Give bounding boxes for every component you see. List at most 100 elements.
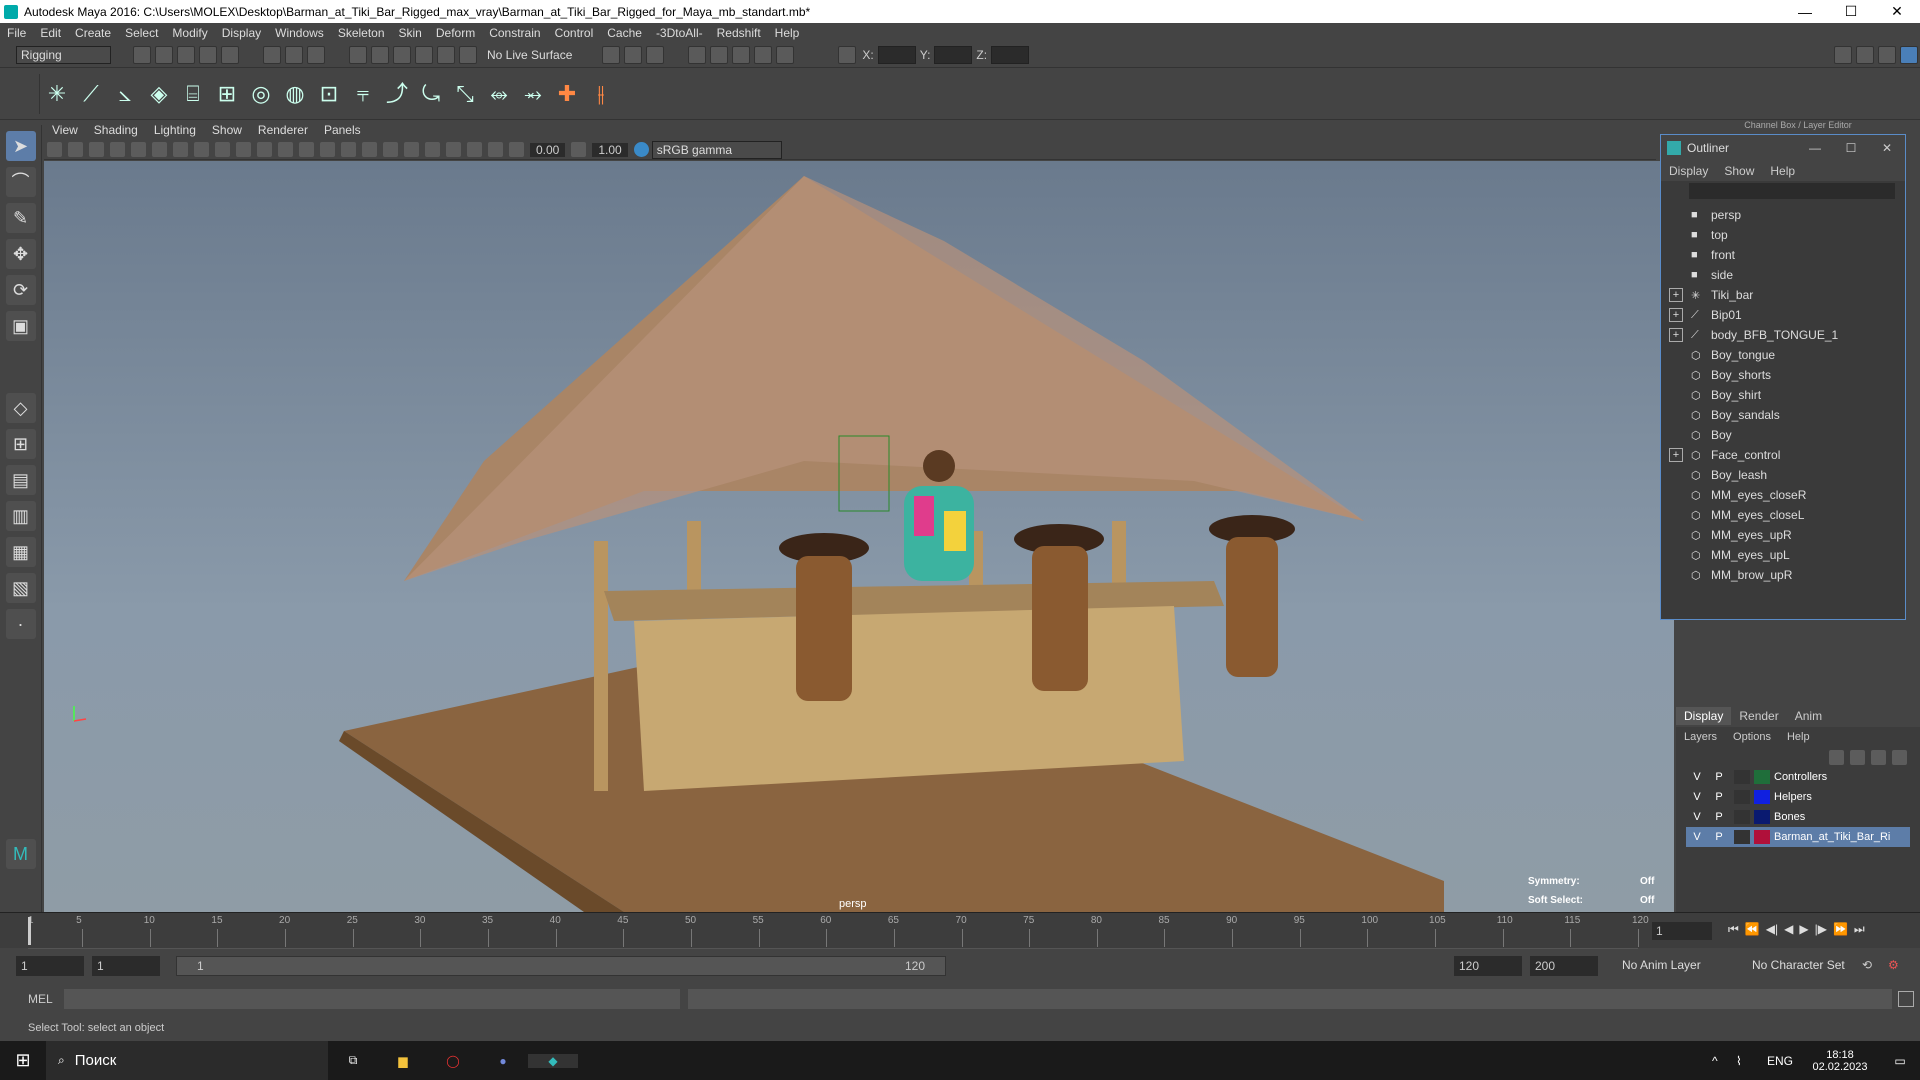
paint-weights-icon[interactable]: ◍ <box>282 79 308 109</box>
anim-end-field[interactable]: 200 <box>1530 956 1598 976</box>
layer-color-swatch[interactable] <box>1754 790 1770 804</box>
menu-cache[interactable]: Cache <box>600 26 649 40</box>
construction-history-icon[interactable] <box>646 46 665 64</box>
anim-start-field[interactable]: 1 <box>16 956 84 976</box>
task-view-icon[interactable]: ⧉ <box>328 1053 378 1068</box>
menu-edit[interactable]: Edit <box>33 26 68 40</box>
menu-redshift[interactable]: Redshift <box>710 26 768 40</box>
hypergraph-layout-icon[interactable]: ▦ <box>5 537 36 567</box>
smooth-shade-icon[interactable] <box>299 142 314 157</box>
maximize-button[interactable]: ☐ <box>1828 0 1874 23</box>
point-constraint-icon[interactable]: ⤴ <box>384 79 410 109</box>
orient-constraint-icon[interactable]: ⤿ <box>418 79 444 109</box>
minimize-button[interactable]: — <box>1782 0 1828 23</box>
live-surface-label[interactable]: No Live Surface <box>479 48 580 62</box>
grease-pencil-icon[interactable] <box>131 142 146 157</box>
outliner-item[interactable]: ■ persp <box>1661 205 1905 225</box>
menu-create[interactable]: Create <box>68 26 118 40</box>
outliner-menu-help[interactable]: Help <box>1762 164 1803 178</box>
lasso-tool-icon[interactable]: ⌒ <box>5 167 36 197</box>
gamma-icon[interactable] <box>571 142 587 157</box>
display-type-toggle[interactable] <box>1734 830 1750 844</box>
outliner-item[interactable]: + ⬡ Face_control <box>1661 445 1905 465</box>
new-layer-icon[interactable] <box>1871 749 1886 765</box>
shadows-icon[interactable] <box>383 142 398 157</box>
insert-joint-icon[interactable]: ◈ <box>146 79 172 109</box>
viewport-menu-panels[interactable]: Panels <box>316 123 369 137</box>
z-field[interactable] <box>991 46 1030 64</box>
new-layer-selected-icon[interactable] <box>1892 749 1907 765</box>
outliner-item[interactable]: ⬡ Boy_tongue <box>1661 345 1905 365</box>
current-frame-field[interactable]: 1 <box>1652 922 1712 940</box>
viewport-menu-lighting[interactable]: Lighting <box>146 123 204 137</box>
render-view-icon[interactable] <box>776 46 795 64</box>
file-explorer-icon[interactable]: ▆ <box>378 1054 428 1068</box>
layer-color-swatch[interactable] <box>1754 810 1770 824</box>
taskbar-search-input[interactable]: Поиск <box>75 1052 117 1069</box>
snap-view-icon[interactable] <box>415 46 433 64</box>
outliner-menu-display[interactable]: Display <box>1661 164 1716 178</box>
language-indicator[interactable]: ENG <box>1760 1054 1800 1068</box>
select-hierarchy-icon[interactable] <box>263 46 281 64</box>
auto-key-icon[interactable]: ⟲ <box>1862 958 1872 972</box>
safe-action-icon[interactable] <box>257 142 272 157</box>
graph-editor-layout-icon[interactable]: ▥ <box>5 501 36 531</box>
step-forward-frame-icon[interactable]: |▶ <box>1815 922 1827 937</box>
attribute-editor-icon[interactable] <box>1856 46 1874 64</box>
aim-constraint-icon[interactable]: ⥈ <box>486 79 512 109</box>
layer-color-swatch[interactable] <box>1754 830 1770 844</box>
snap-curve-icon[interactable] <box>371 46 389 64</box>
resolution-gate-icon[interactable] <box>194 142 209 157</box>
display-type-toggle[interactable] <box>1734 790 1750 804</box>
color-management-icon[interactable] <box>633 142 649 157</box>
outliner-item[interactable]: + ⟋ Bip01 <box>1661 305 1905 325</box>
layer-row-selected[interactable]: V P Barman_at_Tiki_Bar_Ri <box>1686 827 1910 847</box>
camera-bookmark-icon[interactable] <box>68 142 83 157</box>
options-menu[interactable]: Options <box>1725 731 1779 743</box>
display-type-toggle[interactable] <box>1734 810 1750 824</box>
outliner-item[interactable]: ⬡ Boy_shirt <box>1661 385 1905 405</box>
character-set-dropdown[interactable]: No Character Set <box>1752 958 1872 972</box>
layer-name[interactable]: Controllers <box>1774 771 1827 783</box>
exposure-field[interactable]: 0.00 <box>530 142 566 157</box>
network-icon[interactable]: ⌇ <box>1736 1054 1760 1068</box>
grid-icon[interactable] <box>152 142 167 157</box>
outliner-item[interactable]: + ⟋ body_BFB_TONGUE_1 <box>1661 325 1905 345</box>
playback-toggle[interactable]: P <box>1708 791 1730 803</box>
range-slider-bar[interactable]: 1 120 <box>176 956 946 976</box>
viewport-persp[interactable]: persp Symmetry: Off Soft Select: Off <box>44 161 1674 912</box>
select-tool-icon[interactable]: ➤ <box>5 131 36 161</box>
menu-select[interactable]: Select <box>118 26 165 40</box>
maya-taskbar-icon[interactable]: ◆ <box>528 1053 578 1068</box>
image-plane-icon[interactable] <box>89 142 104 157</box>
outliner-item[interactable]: ⬡ MM_eyes_upL <box>1661 545 1905 565</box>
menu-constrain[interactable]: Constrain <box>482 26 547 40</box>
script-editor-icon[interactable] <box>1898 991 1914 1007</box>
outliner-item[interactable]: + ✳ Tiki_bar <box>1661 285 1905 305</box>
scale-tool-icon[interactable]: ▣ <box>5 311 36 341</box>
wireframe-icon[interactable] <box>278 142 293 157</box>
move-layer-down-icon[interactable] <box>1850 749 1865 765</box>
single-view-icon[interactable]: ◇ <box>5 393 36 423</box>
pole-vector-icon[interactable]: ⥇ <box>520 79 546 109</box>
playback-toggle[interactable]: P <box>1708 831 1730 843</box>
hik-icon[interactable]: ⫲ <box>588 79 614 109</box>
layer-color-swatch[interactable] <box>1754 770 1770 784</box>
clock[interactable]: 18:18 02.02.2023 <box>1800 1049 1880 1073</box>
bind-skin-icon[interactable]: ⊞ <box>214 79 240 109</box>
film-gate-icon[interactable] <box>173 142 188 157</box>
view-2d-pan-icon[interactable] <box>110 142 125 157</box>
outliner-item[interactable]: ⬡ MM_eyes_closeR <box>1661 485 1905 505</box>
outliner-close-button[interactable]: ✕ <box>1869 141 1905 155</box>
expand-toggle[interactable]: + <box>1669 448 1683 462</box>
step-back-frame-icon[interactable]: ◀| <box>1766 922 1778 937</box>
visibility-toggle[interactable]: V <box>1686 831 1708 843</box>
persp-outliner-icon[interactable]: ▤ <box>5 465 36 495</box>
discord-icon[interactable]: ● <box>478 1054 528 1068</box>
snap-together-icon[interactable] <box>459 46 477 64</box>
opera-icon[interactable]: ◯ <box>428 1054 478 1068</box>
locator-icon[interactable]: ✚ <box>554 79 580 109</box>
input-ops-icon[interactable] <box>602 46 621 64</box>
new-scene-icon[interactable] <box>133 46 151 64</box>
step-forward-key-icon[interactable]: ⏩ <box>1833 922 1848 937</box>
